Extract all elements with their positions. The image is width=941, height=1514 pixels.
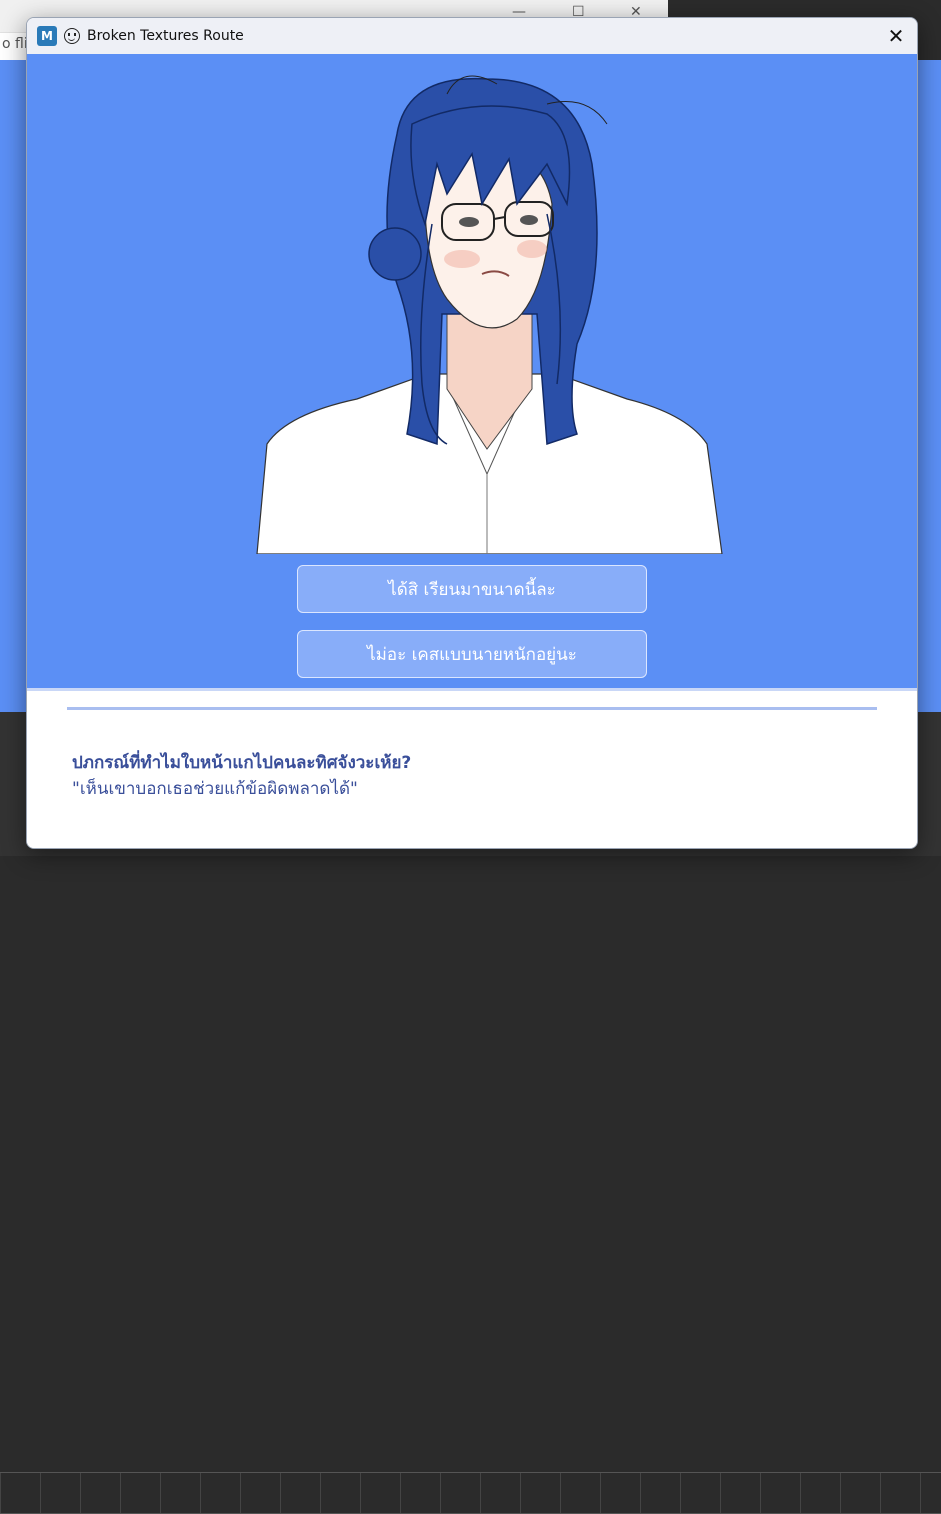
choice-label-2: ไม่อะ เคสแบบนายหนักอยู่นะ [367, 644, 577, 665]
title-bar[interactable]: M Broken Textures Route ✕ [27, 18, 917, 54]
choice-label-1: ได้สิ เรียนมาขนาดนี้ละ [388, 579, 556, 600]
timeline-ruler [0, 1472, 941, 1514]
game-window: M Broken Textures Route ✕ ได้สิ เรียนมาข… [26, 17, 918, 849]
dialogue-box[interactable]: ปภกรณ์ที่ทำไมใบหน้าแกไปคนละทิศจังวะเห้ย?… [27, 688, 917, 848]
choice-button-2[interactable]: ไม่อะ เคสแบบนายหนักอยู่นะ [297, 630, 647, 678]
window-title: Broken Textures Route [87, 28, 244, 44]
character-portrait [256, 75, 723, 554]
dialogue-divider [67, 707, 877, 710]
app-icon: M [37, 26, 57, 46]
close-button[interactable]: ✕ [883, 23, 909, 49]
scene-stage: ได้สิ เรียนมาขนาดนี้ละ ไม่อะ เคสแบบนายหน… [27, 54, 917, 688]
speaker-name: ปภกรณ์ที่ทำไมใบหน้าแกไปคนละทิศจังวะเห้ย? [72, 753, 412, 773]
smiley-icon [64, 28, 80, 44]
choice-button-1[interactable]: ได้สิ เรียนมาขนาดนี้ละ [297, 565, 647, 613]
dialogue-text: "เห็นเขาบอกเธอช่วยแก้ข้อผิดพลาดได้" [72, 779, 358, 799]
